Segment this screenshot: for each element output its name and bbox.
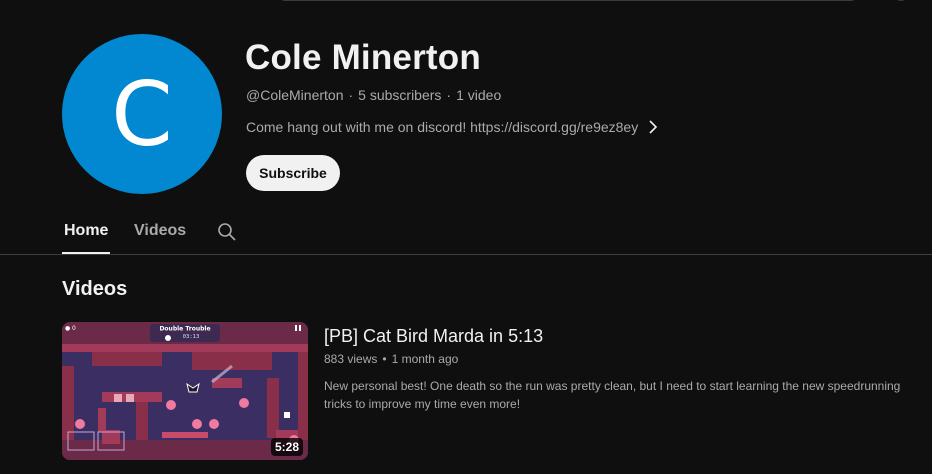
channel-meta: @ColeMinerton · 5 subscribers · 1 video (246, 87, 501, 103)
video-views: 883 views (324, 352, 378, 366)
thumbnail-level-name: Double Trouble (159, 326, 210, 333)
channel-description-text: Come hang out with me on discord! https:… (246, 119, 639, 135)
channel-handle: @ColeMinerton (246, 87, 344, 103)
tabs-divider (0, 254, 932, 255)
chevron-right-icon[interactable] (648, 120, 658, 134)
thumbnail-timer: 03:13 (183, 334, 200, 340)
masthead-search-bar-edge[interactable] (282, 0, 854, 1)
channel-avatar: C (62, 34, 222, 194)
thumbnail-counter-value: 0 (72, 325, 76, 332)
subscribe-button[interactable]: Subscribe (246, 155, 340, 191)
avatar-letter: C (111, 62, 173, 166)
tab-videos[interactable]: Videos (134, 222, 186, 240)
video-description: New personal best! One death so the run … (324, 379, 901, 411)
masthead-avatar-edge[interactable] (894, 0, 908, 1)
channel-description[interactable]: Come hang out with me on discord! https:… (246, 119, 658, 135)
video-thumbnail[interactable]: Double Trouble 03:13 ● 0 5:28 (62, 322, 308, 460)
video-meta: 883 views • 1 month ago (324, 352, 458, 366)
meta-separator: · (348, 87, 354, 103)
thumbnail-counter: ● (65, 325, 70, 332)
search-icon[interactable] (217, 222, 237, 247)
section-title: Videos (62, 278, 128, 300)
subscriber-count: 5 subscribers (358, 87, 442, 103)
meta-separator: · (446, 87, 452, 103)
video-age: 1 month ago (391, 352, 459, 366)
video-meta-separator: • (382, 352, 387, 366)
video-count: 1 video (456, 87, 502, 103)
video-title[interactable]: [PB] Cat Bird Marda in 5:13 (324, 326, 543, 347)
video-duration: 5:28 (270, 438, 303, 456)
channel-name: Cole Minerton (245, 38, 481, 77)
tab-home[interactable]: Home (64, 222, 108, 240)
